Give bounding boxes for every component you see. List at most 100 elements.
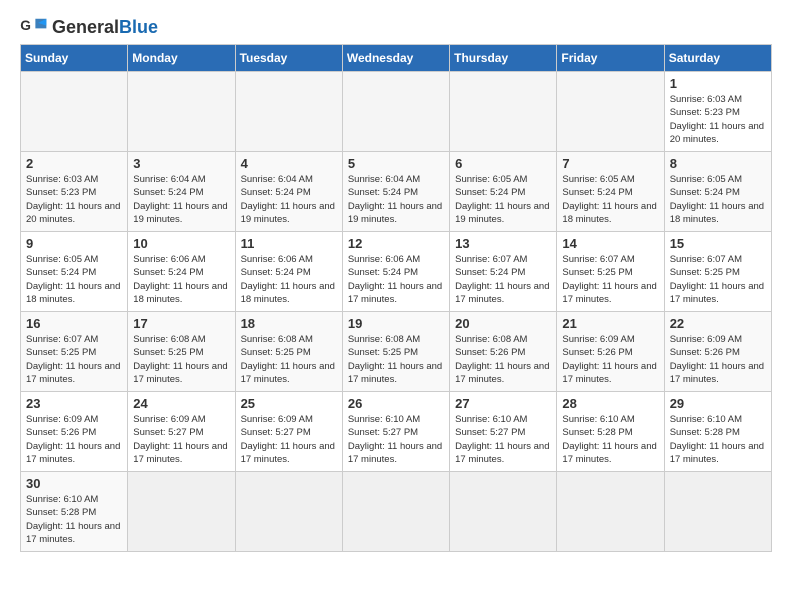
calendar-cell: 20 Sunrise: 6:08 AM Sunset: 5:26 PM Dayl… bbox=[450, 312, 557, 392]
day-number: 10 bbox=[133, 236, 229, 251]
sunset-text: Sunset: 5:24 PM bbox=[348, 187, 418, 198]
cell-info: Sunrise: 6:10 AM Sunset: 5:27 PM Dayligh… bbox=[348, 413, 444, 466]
sunrise-text: Sunrise: 6:03 AM bbox=[670, 94, 742, 105]
cell-info: Sunrise: 6:07 AM Sunset: 5:24 PM Dayligh… bbox=[455, 253, 551, 306]
calendar-cell bbox=[557, 472, 664, 552]
calendar-cell: 26 Sunrise: 6:10 AM Sunset: 5:27 PM Dayl… bbox=[342, 392, 449, 472]
sunset-text: Sunset: 5:26 PM bbox=[26, 427, 96, 438]
cell-info: Sunrise: 6:04 AM Sunset: 5:24 PM Dayligh… bbox=[241, 173, 337, 226]
sunrise-text: Sunrise: 6:10 AM bbox=[455, 414, 527, 425]
day-number: 19 bbox=[348, 316, 444, 331]
sunset-text: Sunset: 5:25 PM bbox=[670, 267, 740, 278]
sunset-text: Sunset: 5:28 PM bbox=[26, 507, 96, 518]
sunset-text: Sunset: 5:28 PM bbox=[562, 427, 632, 438]
daylight-text: Daylight: 11 hours and 20 minutes. bbox=[26, 201, 120, 225]
sunrise-text: Sunrise: 6:05 AM bbox=[455, 174, 527, 185]
day-number: 20 bbox=[455, 316, 551, 331]
day-number: 9 bbox=[26, 236, 122, 251]
calendar-cell: 29 Sunrise: 6:10 AM Sunset: 5:28 PM Dayl… bbox=[664, 392, 771, 472]
sunrise-text: Sunrise: 6:07 AM bbox=[455, 254, 527, 265]
sunrise-text: Sunrise: 6:08 AM bbox=[133, 334, 205, 345]
calendar-cell: 17 Sunrise: 6:08 AM Sunset: 5:25 PM Dayl… bbox=[128, 312, 235, 392]
daylight-text: Daylight: 11 hours and 17 minutes. bbox=[133, 361, 227, 385]
logo: G GeneralBlue bbox=[20, 16, 158, 38]
sunset-text: Sunset: 5:24 PM bbox=[133, 187, 203, 198]
cell-info: Sunrise: 6:09 AM Sunset: 5:27 PM Dayligh… bbox=[241, 413, 337, 466]
sunrise-text: Sunrise: 6:07 AM bbox=[26, 334, 98, 345]
sunrise-text: Sunrise: 6:03 AM bbox=[26, 174, 98, 185]
sunset-text: Sunset: 5:24 PM bbox=[348, 267, 418, 278]
day-number: 17 bbox=[133, 316, 229, 331]
sunrise-text: Sunrise: 6:05 AM bbox=[670, 174, 742, 185]
daylight-text: Daylight: 11 hours and 18 minutes. bbox=[133, 281, 227, 305]
calendar-cell: 2 Sunrise: 6:03 AM Sunset: 5:23 PM Dayli… bbox=[21, 152, 128, 232]
calendar-cell: 12 Sunrise: 6:06 AM Sunset: 5:24 PM Dayl… bbox=[342, 232, 449, 312]
day-number: 25 bbox=[241, 396, 337, 411]
daylight-text: Daylight: 11 hours and 19 minutes. bbox=[241, 201, 335, 225]
calendar-cell: 4 Sunrise: 6:04 AM Sunset: 5:24 PM Dayli… bbox=[235, 152, 342, 232]
calendar-cell: 3 Sunrise: 6:04 AM Sunset: 5:24 PM Dayli… bbox=[128, 152, 235, 232]
calendar-cell: 10 Sunrise: 6:06 AM Sunset: 5:24 PM Dayl… bbox=[128, 232, 235, 312]
calendar-cell: 9 Sunrise: 6:05 AM Sunset: 5:24 PM Dayli… bbox=[21, 232, 128, 312]
sunrise-text: Sunrise: 6:04 AM bbox=[241, 174, 313, 185]
calendar-cell bbox=[128, 72, 235, 152]
daylight-text: Daylight: 11 hours and 18 minutes. bbox=[670, 201, 764, 225]
daylight-text: Daylight: 11 hours and 19 minutes. bbox=[348, 201, 442, 225]
header: G GeneralBlue bbox=[20, 16, 772, 38]
day-number: 15 bbox=[670, 236, 766, 251]
sunrise-text: Sunrise: 6:07 AM bbox=[670, 254, 742, 265]
calendar-cell: 7 Sunrise: 6:05 AM Sunset: 5:24 PM Dayli… bbox=[557, 152, 664, 232]
cell-info: Sunrise: 6:03 AM Sunset: 5:23 PM Dayligh… bbox=[26, 173, 122, 226]
weekday-header-wednesday: Wednesday bbox=[342, 45, 449, 72]
day-number: 8 bbox=[670, 156, 766, 171]
day-number: 16 bbox=[26, 316, 122, 331]
calendar-cell: 14 Sunrise: 6:07 AM Sunset: 5:25 PM Dayl… bbox=[557, 232, 664, 312]
daylight-text: Daylight: 11 hours and 17 minutes. bbox=[241, 441, 335, 465]
daylight-text: Daylight: 11 hours and 18 minutes. bbox=[241, 281, 335, 305]
sunrise-text: Sunrise: 6:08 AM bbox=[348, 334, 420, 345]
daylight-text: Daylight: 11 hours and 17 minutes. bbox=[348, 281, 442, 305]
sunset-text: Sunset: 5:25 PM bbox=[348, 347, 418, 358]
day-number: 22 bbox=[670, 316, 766, 331]
cell-info: Sunrise: 6:09 AM Sunset: 5:26 PM Dayligh… bbox=[26, 413, 122, 466]
calendar-cell: 27 Sunrise: 6:10 AM Sunset: 5:27 PM Dayl… bbox=[450, 392, 557, 472]
calendar-cell bbox=[557, 72, 664, 152]
sunset-text: Sunset: 5:28 PM bbox=[670, 427, 740, 438]
week-row-3: 16 Sunrise: 6:07 AM Sunset: 5:25 PM Dayl… bbox=[21, 312, 772, 392]
weekday-header-tuesday: Tuesday bbox=[235, 45, 342, 72]
daylight-text: Daylight: 11 hours and 19 minutes. bbox=[133, 201, 227, 225]
sunset-text: Sunset: 5:23 PM bbox=[670, 107, 740, 118]
day-number: 27 bbox=[455, 396, 551, 411]
weekday-header-friday: Friday bbox=[557, 45, 664, 72]
cell-info: Sunrise: 6:10 AM Sunset: 5:28 PM Dayligh… bbox=[562, 413, 658, 466]
week-row-2: 9 Sunrise: 6:05 AM Sunset: 5:24 PM Dayli… bbox=[21, 232, 772, 312]
calendar-cell bbox=[342, 72, 449, 152]
sunrise-text: Sunrise: 6:10 AM bbox=[562, 414, 634, 425]
cell-info: Sunrise: 6:06 AM Sunset: 5:24 PM Dayligh… bbox=[133, 253, 229, 306]
day-number: 30 bbox=[26, 476, 122, 491]
daylight-text: Daylight: 11 hours and 17 minutes. bbox=[348, 441, 442, 465]
sunset-text: Sunset: 5:26 PM bbox=[670, 347, 740, 358]
calendar-table: SundayMondayTuesdayWednesdayThursdayFrid… bbox=[20, 44, 772, 552]
calendar-cell bbox=[235, 472, 342, 552]
cell-info: Sunrise: 6:09 AM Sunset: 5:26 PM Dayligh… bbox=[562, 333, 658, 386]
daylight-text: Daylight: 11 hours and 17 minutes. bbox=[455, 441, 549, 465]
svg-text:G: G bbox=[20, 18, 31, 33]
weekday-header-monday: Monday bbox=[128, 45, 235, 72]
cell-info: Sunrise: 6:05 AM Sunset: 5:24 PM Dayligh… bbox=[670, 173, 766, 226]
sunset-text: Sunset: 5:24 PM bbox=[562, 187, 632, 198]
sunrise-text: Sunrise: 6:09 AM bbox=[670, 334, 742, 345]
week-row-4: 23 Sunrise: 6:09 AM Sunset: 5:26 PM Dayl… bbox=[21, 392, 772, 472]
cell-info: Sunrise: 6:10 AM Sunset: 5:27 PM Dayligh… bbox=[455, 413, 551, 466]
sunset-text: Sunset: 5:26 PM bbox=[562, 347, 632, 358]
sunset-text: Sunset: 5:24 PM bbox=[241, 267, 311, 278]
day-number: 14 bbox=[562, 236, 658, 251]
daylight-text: Daylight: 11 hours and 17 minutes. bbox=[133, 441, 227, 465]
cell-info: Sunrise: 6:09 AM Sunset: 5:26 PM Dayligh… bbox=[670, 333, 766, 386]
weekday-header-sunday: Sunday bbox=[21, 45, 128, 72]
calendar-cell: 21 Sunrise: 6:09 AM Sunset: 5:26 PM Dayl… bbox=[557, 312, 664, 392]
cell-info: Sunrise: 6:07 AM Sunset: 5:25 PM Dayligh… bbox=[670, 253, 766, 306]
daylight-text: Daylight: 11 hours and 17 minutes. bbox=[670, 361, 764, 385]
sunrise-text: Sunrise: 6:09 AM bbox=[133, 414, 205, 425]
calendar-cell bbox=[664, 472, 771, 552]
